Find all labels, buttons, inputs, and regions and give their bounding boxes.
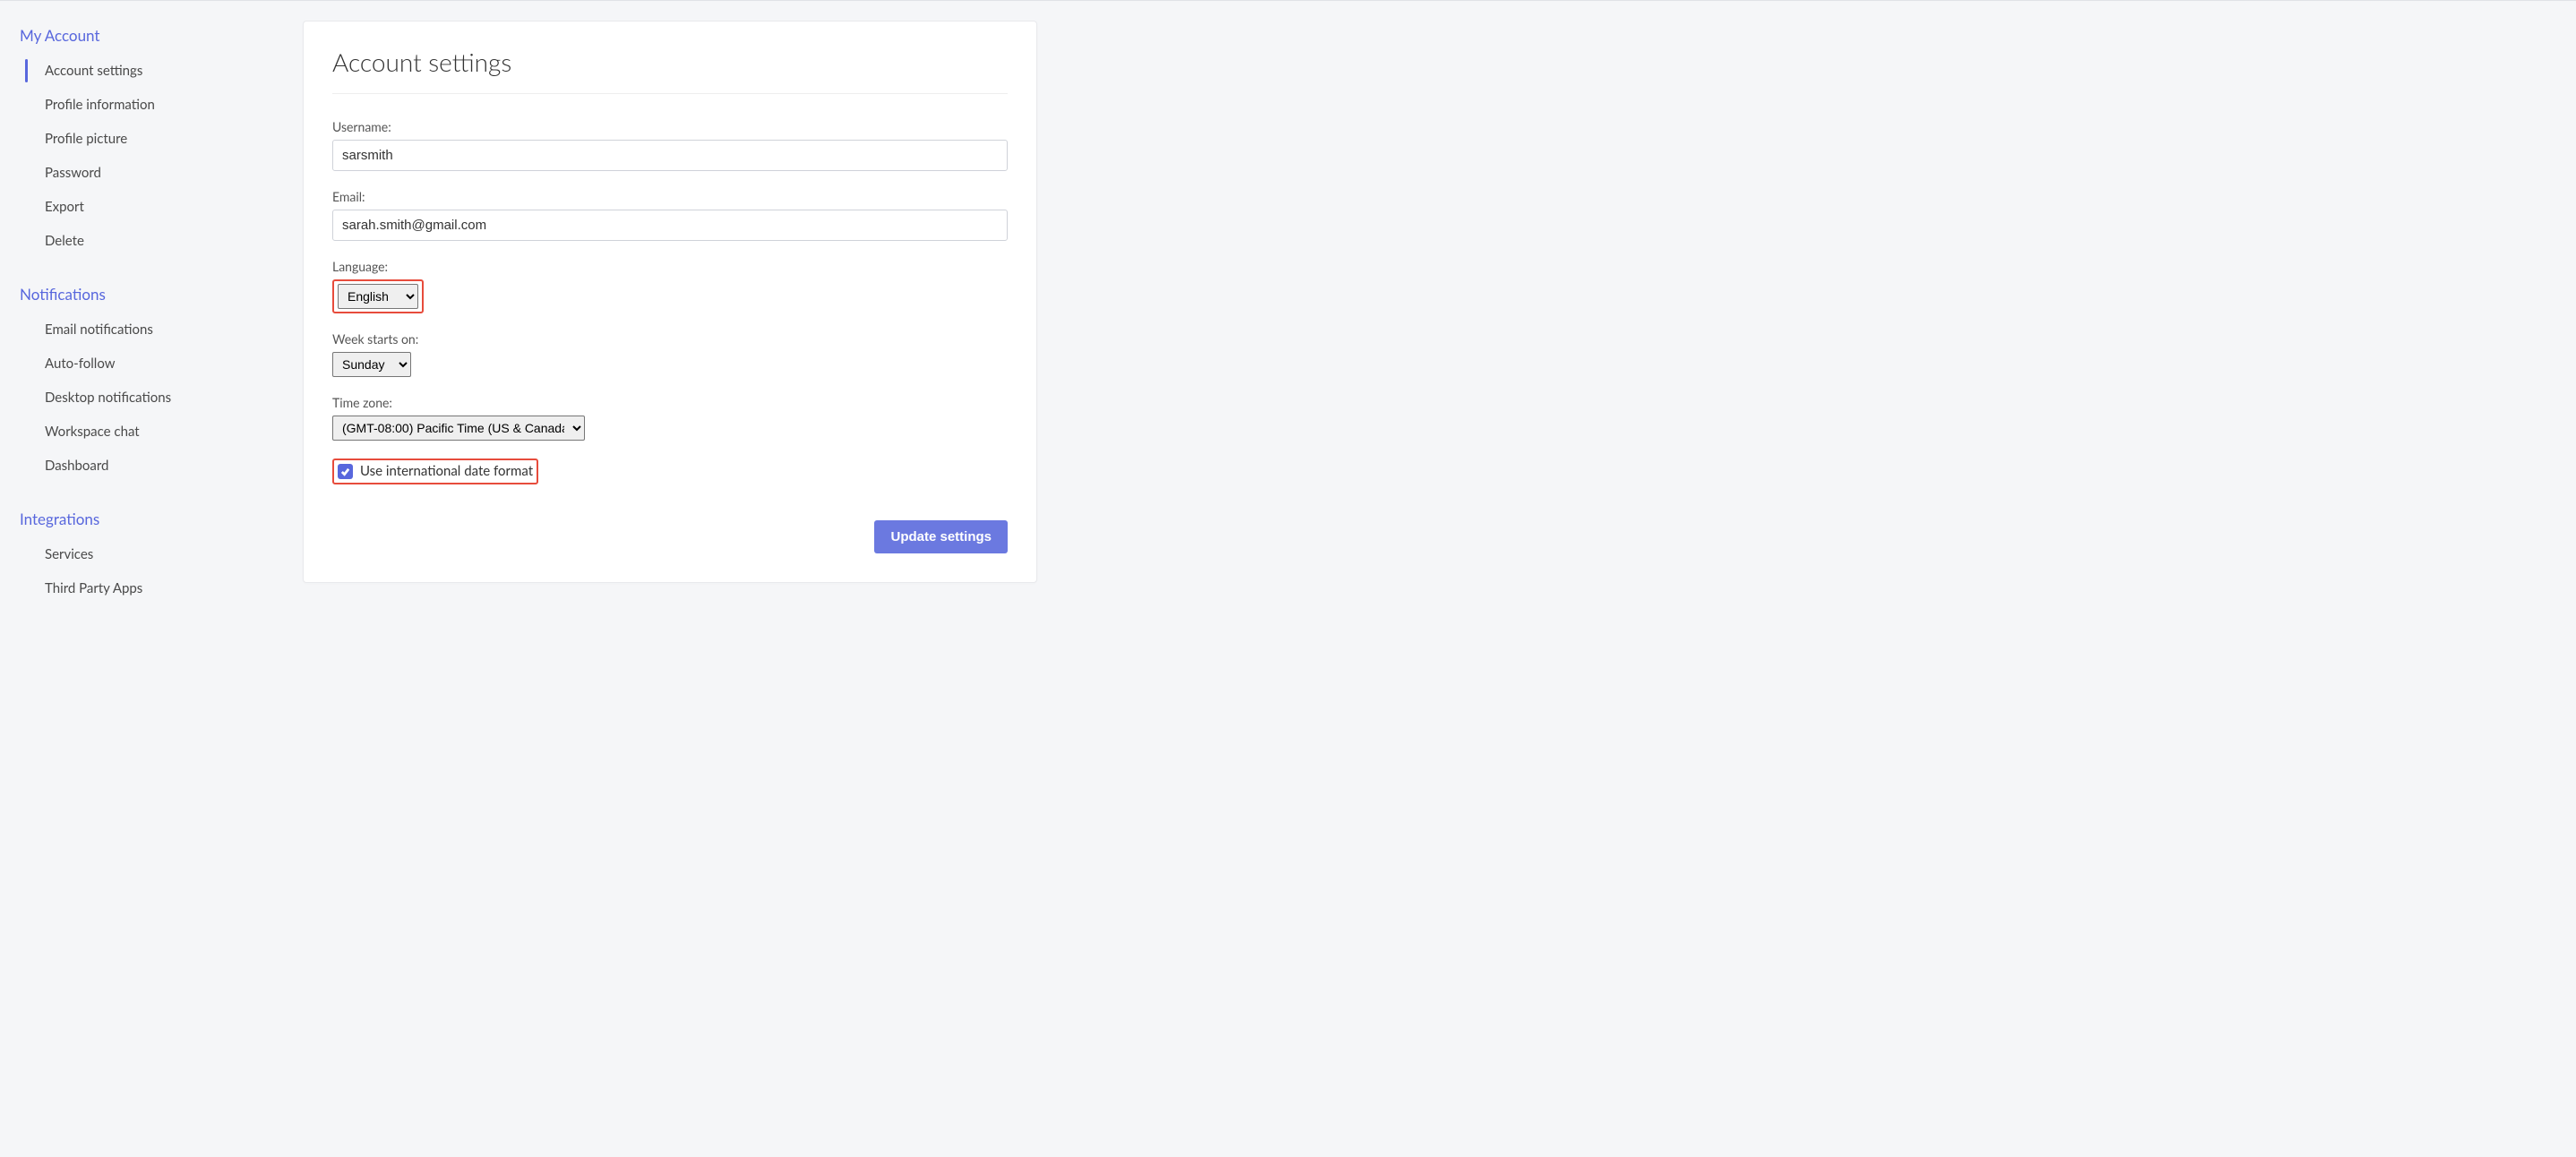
form-group-username: Username: (332, 119, 1008, 171)
sidebar-item-auto-follow[interactable]: Auto-follow (20, 347, 278, 381)
form-group-email: Email: (332, 189, 1008, 241)
sidebar-item-dashboard[interactable]: Dashboard (20, 449, 278, 483)
email-label: Email: (332, 189, 1008, 204)
update-settings-button[interactable]: Update settings (874, 520, 1008, 553)
sidebar: My Account Account settings Profile info… (0, 1, 278, 1157)
form-group-week: Week starts on: Sunday (332, 331, 1008, 377)
intl-date-label[interactable]: Use international date format (360, 463, 533, 479)
sidebar-item-profile-information[interactable]: Profile information (20, 88, 278, 122)
sidebar-item-delete[interactable]: Delete (20, 224, 278, 258)
sidebar-group-notifications: Notifications Email notifications Auto-f… (20, 279, 278, 483)
form-actions: Update settings (332, 520, 1008, 553)
sidebar-group-my-account: My Account Account settings Profile info… (20, 21, 278, 258)
intl-date-highlight: Use international date format (332, 459, 538, 484)
language-select[interactable]: English (338, 284, 418, 309)
sidebar-group-title-integrations[interactable]: Integrations (20, 504, 278, 537)
language-label: Language: (332, 259, 1008, 274)
timezone-select[interactable]: (GMT-08:00) Pacific Time (US & Canada) (332, 416, 585, 441)
username-input[interactable] (332, 140, 1008, 171)
page-title: Account settings (332, 47, 1008, 94)
intl-date-checkbox[interactable] (338, 464, 353, 479)
username-label: Username: (332, 119, 1008, 134)
sidebar-group-title-my-account[interactable]: My Account (20, 21, 278, 54)
sidebar-item-third-party-apps[interactable]: Third Party Apps (20, 571, 278, 605)
sidebar-item-services[interactable]: Services (20, 537, 278, 571)
form-group-language: Language: English (332, 259, 1008, 313)
settings-card: Account settings Username: Email: Langua… (303, 21, 1037, 583)
email-input[interactable] (332, 210, 1008, 241)
main-content: Account settings Username: Email: Langua… (278, 1, 2576, 1157)
form-group-intl-date: Use international date format (332, 459, 1008, 484)
form-group-timezone: Time zone: (GMT-08:00) Pacific Time (US … (332, 395, 1008, 441)
sidebar-group-integrations: Integrations Services Third Party Apps (20, 504, 278, 605)
sidebar-item-email-notifications[interactable]: Email notifications (20, 313, 278, 347)
week-select[interactable]: Sunday (332, 352, 411, 377)
language-highlight: English (332, 279, 424, 313)
week-label: Week starts on: (332, 331, 1008, 347)
sidebar-item-password[interactable]: Password (20, 156, 278, 190)
sidebar-item-export[interactable]: Export (20, 190, 278, 224)
sidebar-item-profile-picture[interactable]: Profile picture (20, 122, 278, 156)
sidebar-group-title-notifications[interactable]: Notifications (20, 279, 278, 313)
sidebar-item-account-settings[interactable]: Account settings (20, 54, 278, 88)
timezone-label: Time zone: (332, 395, 1008, 410)
intl-date-row[interactable]: Use international date format (338, 463, 533, 479)
sidebar-item-workspace-chat[interactable]: Workspace chat (20, 415, 278, 449)
check-icon (340, 467, 350, 476)
sidebar-item-desktop-notifications[interactable]: Desktop notifications (20, 381, 278, 415)
